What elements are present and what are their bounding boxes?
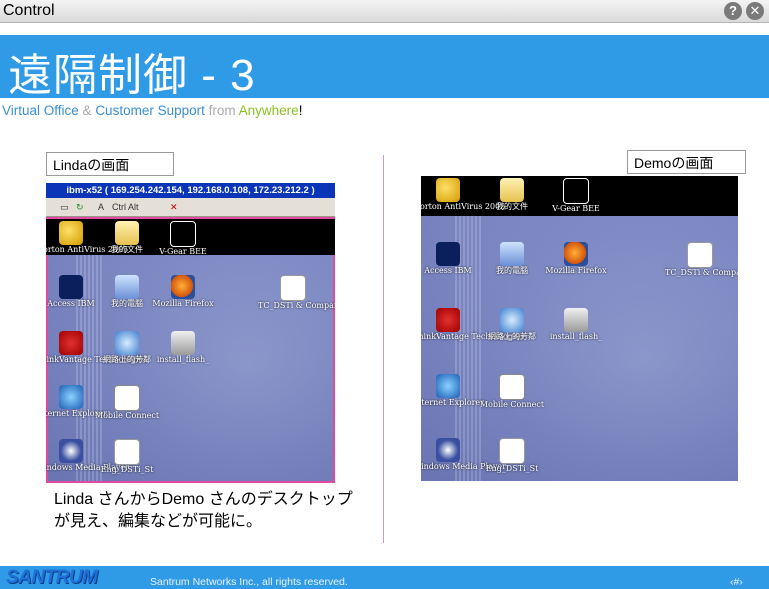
ibm-icon [436,242,460,266]
icon-label: Mozilla Firefox [152,299,214,308]
disconnect-icon[interactable]: ✕ [170,201,178,213]
document-icon [499,438,525,464]
icon-label: TC_DSTi & Comparison [258,301,335,310]
divider [383,155,384,543]
desktop-icon-eng-doc[interactable]: Eng_DSTi_St [92,439,162,474]
desktop-icon-mydocs[interactable]: 我的文件 [477,178,547,211]
desktop-icon-ie[interactable]: Internet Explorer [421,374,484,407]
desktop-icon-install-flash[interactable]: install_flash_ [541,308,611,341]
icon-label: ThinkVantage Technologies [421,332,525,341]
icon-label: install_flash_ [549,332,603,341]
icon-label: Internet Explorer [421,398,484,407]
ctrl-alt-button[interactable]: Ctrl Alt [112,201,139,213]
mobile-connect-icon [499,374,525,400]
media-player-icon [436,438,460,462]
mobile-connect-icon [114,385,140,411]
monitor-icon[interactable]: ▭ [60,201,69,213]
thinkvantage-icon [436,308,460,332]
computer-icon [115,275,139,299]
slide-footer: Santrum Networks Inc., all rights reserv… [0,566,769,589]
demo-screen-caption: Demoの画面 [627,150,746,174]
document-icon [280,275,306,301]
desktop-icon-tc-doc[interactable]: TC_DSTi & Comparison [665,242,738,277]
thinkvantage-icon [59,331,83,355]
icon-label: Mobile Connect [94,411,160,420]
refresh-icon[interactable]: ↻ [76,201,84,213]
norton-icon [59,221,83,245]
norton-icon [436,178,460,202]
desktop-icon-mobile[interactable]: Mobile Connect [477,374,547,409]
desktop-icon-vgear[interactable]: V-Gear BEE [541,178,611,213]
desktop-icon-thinkvantage[interactable]: ThinkVantage Technologies [421,308,525,341]
window-title: Control [3,2,55,19]
vgear-icon [170,221,196,247]
subtitle-anywhere: Anywhere [238,103,299,118]
installer-icon [171,331,195,355]
icon-label: install_flash_ [156,355,210,364]
help-icon[interactable]: ? [724,2,742,20]
icon-label: 我的電腦 [496,266,528,275]
desktop-icon-install-flash[interactable]: install_flash_ [148,331,218,364]
linda-screen-caption: Lindaの画面 [46,152,174,176]
icon-label: V-Gear BEE [552,204,600,213]
desktop-icon-norton[interactable]: Norton AntiVirus 2005 [421,178,506,211]
desktop-icon-firefox[interactable]: Mozilla Firefox [541,242,611,275]
remote-window-title: ibm-x52 ( 169.254.242.154, 192.168.0.108… [46,183,335,198]
icon-label: Norton AntiVirus 2005 [421,202,506,211]
window-titlebar: Control ? ✕ [0,0,769,23]
media-player-icon [59,439,83,463]
computer-icon [500,242,524,266]
demo-screenshot: Norton AntiVirus 2005 我的文件 V-Gear BEE Ac… [421,176,738,481]
desktop-icon-network[interactable]: 網路上的芳鄰 [477,308,547,341]
close-icon[interactable]: ✕ [746,2,764,20]
document-icon [114,439,140,465]
document-icon [687,242,713,268]
icon-label: 網路上的芳鄰 [488,332,536,341]
desktop-icon-tc-doc[interactable]: TC_DSTi & Comparison [258,275,335,310]
subtitle-customer-support: Customer Support [95,103,205,118]
subtitle-virtual-office: Virtual Office [2,103,79,118]
ibm-icon [59,275,83,299]
slide-description: Linda さんからDemo さんのデスクトップが見え、編集などが可能に。 [54,491,353,530]
subtitle-amp: & [78,103,96,118]
slide-subtitle: Virtual Office & Customer Support from A… [2,103,302,118]
icon-label: Mobile Connect [479,400,545,409]
footer-copyright: Santrum Networks Inc., all rights reserv… [150,576,348,588]
remote-toolbar: ▭ ↻ A Ctrl Alt ✕ [46,198,335,217]
linda-screenshot: ibm-x52 ( 169.254.242.154, 192.168.0.108… [46,183,335,483]
subtitle-from: from [204,103,239,118]
desktop-icon-firefox[interactable]: Mozilla Firefox [148,275,218,308]
icon-label: Mozilla Firefox [545,266,607,275]
icon-label: Eng_DSTi_St [485,464,539,473]
firefox-icon [564,242,588,266]
network-icon [115,331,139,355]
icon-label: Windows Media Player [421,462,506,471]
font-icon[interactable]: A [98,201,104,213]
footer-page-number: ‹#› [730,576,743,588]
desktop-icon-mypc[interactable]: 我的電腦 [477,242,547,275]
desktop-icon-access-ibm[interactable]: Access IBM [421,242,483,275]
subtitle-bang: ! [298,103,303,118]
folder-icon [115,221,139,245]
ie-icon [436,374,460,398]
slide-title: 遠隔制御 - 3 [8,51,256,100]
santrum-logo: SANTRUM [6,567,98,588]
icon-label: V-Gear BEE [159,247,207,256]
installer-icon [564,308,588,332]
desktop-icon-wmp[interactable]: Windows Media Player [421,438,506,471]
desktop-icon-eng-doc[interactable]: Eng_DSTi_St [477,438,547,473]
ie-icon [59,385,83,409]
desktop-icon-vgear[interactable]: V-Gear BEE [148,221,218,256]
icon-label: 我的文件 [496,202,528,211]
desktop-icon-mobile[interactable]: Mobile Connect [92,385,162,420]
network-icon [500,308,524,332]
firefox-icon [171,275,195,299]
icon-label: TC_DSTi & Comparison [665,268,738,277]
icon-label: Access IBM [424,266,472,275]
vgear-icon [563,178,589,204]
icon-label: Eng_DSTi_St [100,465,154,474]
slide-header: 遠隔制御 - 3 [0,35,769,100]
folder-icon [500,178,524,202]
